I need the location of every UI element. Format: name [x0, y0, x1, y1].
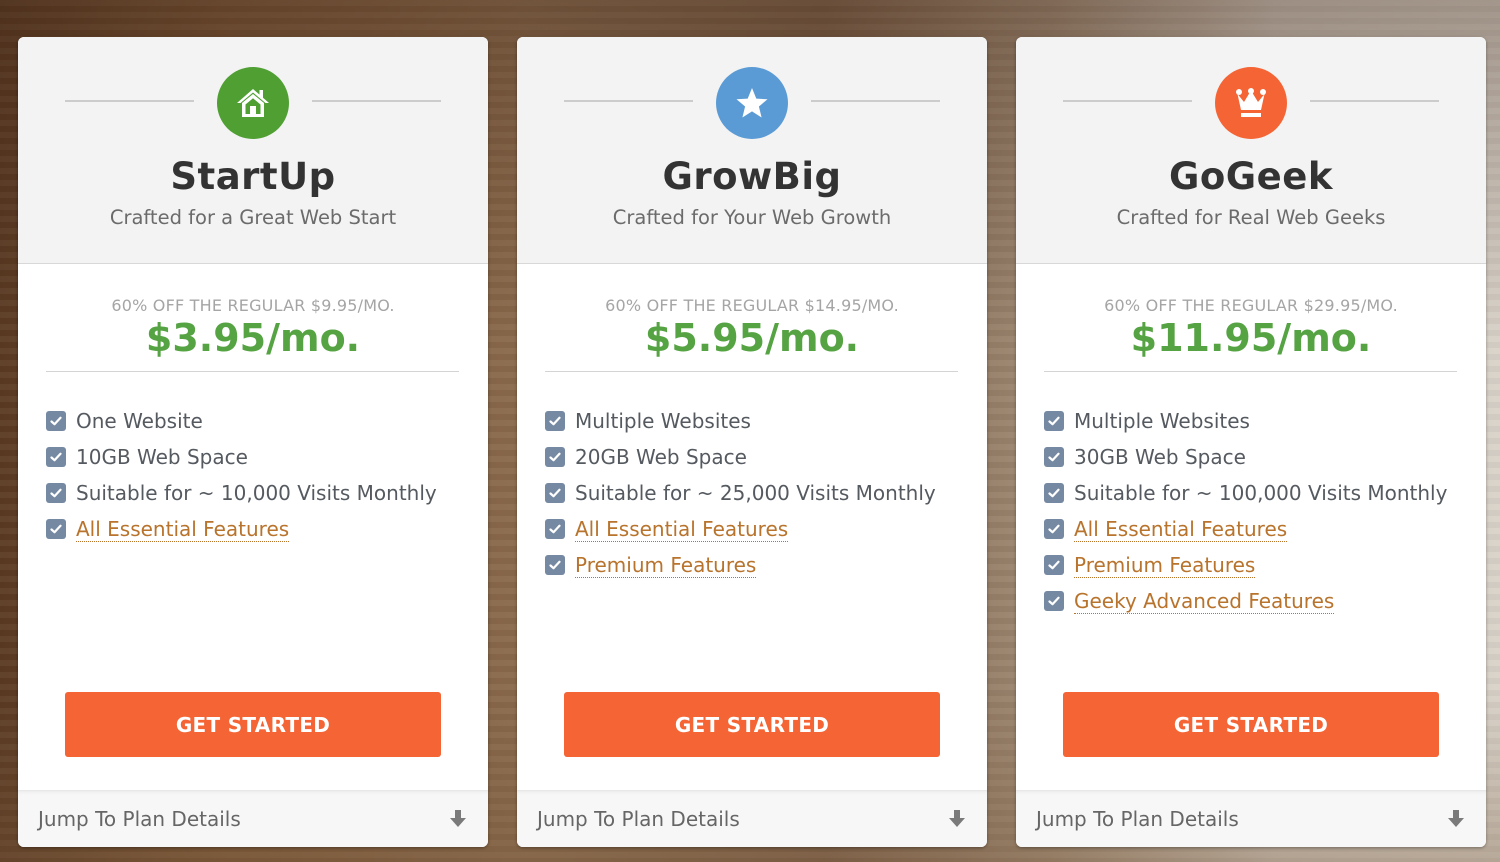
plan-badge — [716, 67, 788, 139]
checkbox-checked-icon — [46, 411, 66, 431]
checkbox-checked-icon — [545, 483, 565, 503]
plan-tagline: Crafted for Real Web Geeks — [1116, 206, 1386, 229]
header-divider-left — [564, 100, 693, 102]
feature-item: Geeky Advanced Features — [1044, 583, 1447, 619]
feature-text: Suitable for ~ 100,000 Visits Monthly — [1074, 481, 1448, 505]
crown-icon — [1236, 88, 1266, 117]
plan-card-gogeek: GoGeek Crafted for Real Web Geeks 60% OF… — [1016, 37, 1486, 847]
feature-link[interactable]: Premium Features — [1074, 553, 1256, 578]
feature-text: Suitable for ~ 10,000 Visits Monthly — [76, 481, 437, 505]
feature-list: Multiple Websites 30GB Web Space Suitable … — [1044, 403, 1447, 619]
feature-text: 20GB Web Space — [575, 445, 747, 469]
plan-name: GoGeek — [1169, 155, 1333, 198]
plan-tagline: Crafted for Your Web Growth — [612, 206, 892, 229]
feature-item: 30GB Web Space — [1044, 439, 1447, 475]
feature-link[interactable]: Premium Features — [575, 553, 757, 578]
feature-item: 10GB Web Space — [46, 439, 437, 475]
jump-label: Jump To Plan Details — [537, 807, 740, 831]
plan-price: $3.95/mo. — [145, 316, 361, 360]
checkbox-checked-icon — [46, 519, 66, 539]
feature-item: All Essential Features — [46, 511, 437, 547]
feature-item: All Essential Features — [545, 511, 936, 547]
price-divider — [1044, 371, 1457, 372]
jump-to-plan-details[interactable]: Jump To Plan Details — [517, 790, 987, 847]
feature-item: Premium Features — [545, 547, 936, 583]
feature-item: Multiple Websites — [1044, 403, 1447, 439]
feature-text: Multiple Websites — [575, 409, 751, 433]
feature-link[interactable]: All Essential Features — [76, 517, 290, 542]
plan-header: StartUp Crafted for a Great Web Start — [18, 37, 488, 264]
jump-to-plan-details[interactable]: Jump To Plan Details — [18, 790, 488, 847]
arrow-down-icon — [949, 810, 965, 828]
checkbox-checked-icon — [1044, 555, 1064, 575]
price-divider — [46, 371, 459, 372]
checkbox-checked-icon — [545, 519, 565, 539]
feature-link[interactable]: Geeky Advanced Features — [1074, 589, 1335, 614]
plan-name: GrowBig — [662, 155, 842, 198]
header-divider-right — [1310, 100, 1439, 102]
plan-badge — [217, 67, 289, 139]
regular-price-note: 60% OFF THE REGULAR $14.95/MO. — [605, 296, 899, 315]
feature-item: All Essential Features — [1044, 511, 1447, 547]
checkbox-checked-icon — [1044, 447, 1064, 467]
feature-link[interactable]: All Essential Features — [575, 517, 789, 542]
plan-header: GrowBig Crafted for Your Web Growth — [517, 37, 987, 264]
regular-price-note: 60% OFF THE REGULAR $9.95/MO. — [111, 296, 395, 315]
star-icon — [736, 88, 768, 118]
feature-text: Multiple Websites — [1074, 409, 1250, 433]
home-icon — [237, 89, 269, 117]
plan-price: $5.95/mo. — [644, 316, 860, 360]
arrow-down-icon — [450, 810, 466, 828]
checkbox-checked-icon — [1044, 591, 1064, 611]
plan-badge — [1215, 67, 1287, 139]
jump-label: Jump To Plan Details — [38, 807, 241, 831]
feature-item: One Website — [46, 403, 437, 439]
price-divider — [545, 371, 958, 372]
header-divider-right — [312, 100, 441, 102]
feature-item: Multiple Websites — [545, 403, 936, 439]
feature-list: Multiple Websites 20GB Web Space Suitable … — [545, 403, 936, 583]
plan-header: GoGeek Crafted for Real Web Geeks — [1016, 37, 1486, 264]
checkbox-checked-icon — [545, 447, 565, 467]
plan-price: $11.95/mo. — [1130, 316, 1372, 360]
checkbox-checked-icon — [1044, 519, 1064, 539]
feature-item: Premium Features — [1044, 547, 1447, 583]
arrow-down-icon — [1448, 810, 1464, 828]
feature-text: One Website — [76, 409, 203, 433]
feature-link[interactable]: All Essential Features — [1074, 517, 1288, 542]
get-started-button[interactable]: GET STARTED — [564, 692, 940, 757]
feature-item: Suitable for ~ 25,000 Visits Monthly — [545, 475, 936, 511]
regular-price-note: 60% OFF THE REGULAR $29.95/MO. — [1104, 296, 1398, 315]
checkbox-checked-icon — [46, 447, 66, 467]
price-block: 60% OFF THE REGULAR $29.95/MO. $11.95/mo… — [1016, 264, 1486, 372]
plan-card-startup: StartUp Crafted for a Great Web Start 60… — [18, 37, 488, 847]
feature-text: 10GB Web Space — [76, 445, 248, 469]
price-block: 60% OFF THE REGULAR $9.95/MO. $3.95/mo. — [18, 264, 488, 372]
plan-name: StartUp — [170, 155, 336, 198]
feature-list: One Website 10GB Web Space Suitable for ~ … — [46, 403, 437, 547]
checkbox-checked-icon — [545, 411, 565, 431]
get-started-button[interactable]: GET STARTED — [65, 692, 441, 757]
checkbox-checked-icon — [1044, 483, 1064, 503]
checkbox-checked-icon — [1044, 411, 1064, 431]
header-divider-left — [1063, 100, 1192, 102]
price-block: 60% OFF THE REGULAR $14.95/MO. $5.95/mo. — [517, 264, 987, 372]
feature-text: 30GB Web Space — [1074, 445, 1246, 469]
header-divider-right — [811, 100, 940, 102]
checkbox-checked-icon — [46, 483, 66, 503]
header-divider-left — [65, 100, 194, 102]
feature-text: Suitable for ~ 25,000 Visits Monthly — [575, 481, 936, 505]
jump-label: Jump To Plan Details — [1036, 807, 1239, 831]
plan-card-growbig: GrowBig Crafted for Your Web Growth 60% … — [517, 37, 987, 847]
plan-tagline: Crafted for a Great Web Start — [109, 206, 397, 229]
get-started-button[interactable]: GET STARTED — [1063, 692, 1439, 757]
feature-item: Suitable for ~ 100,000 Visits Monthly — [1044, 475, 1447, 511]
jump-to-plan-details[interactable]: Jump To Plan Details — [1016, 790, 1486, 847]
checkbox-checked-icon — [545, 555, 565, 575]
feature-item: Suitable for ~ 10,000 Visits Monthly — [46, 475, 437, 511]
feature-item: 20GB Web Space — [545, 439, 936, 475]
